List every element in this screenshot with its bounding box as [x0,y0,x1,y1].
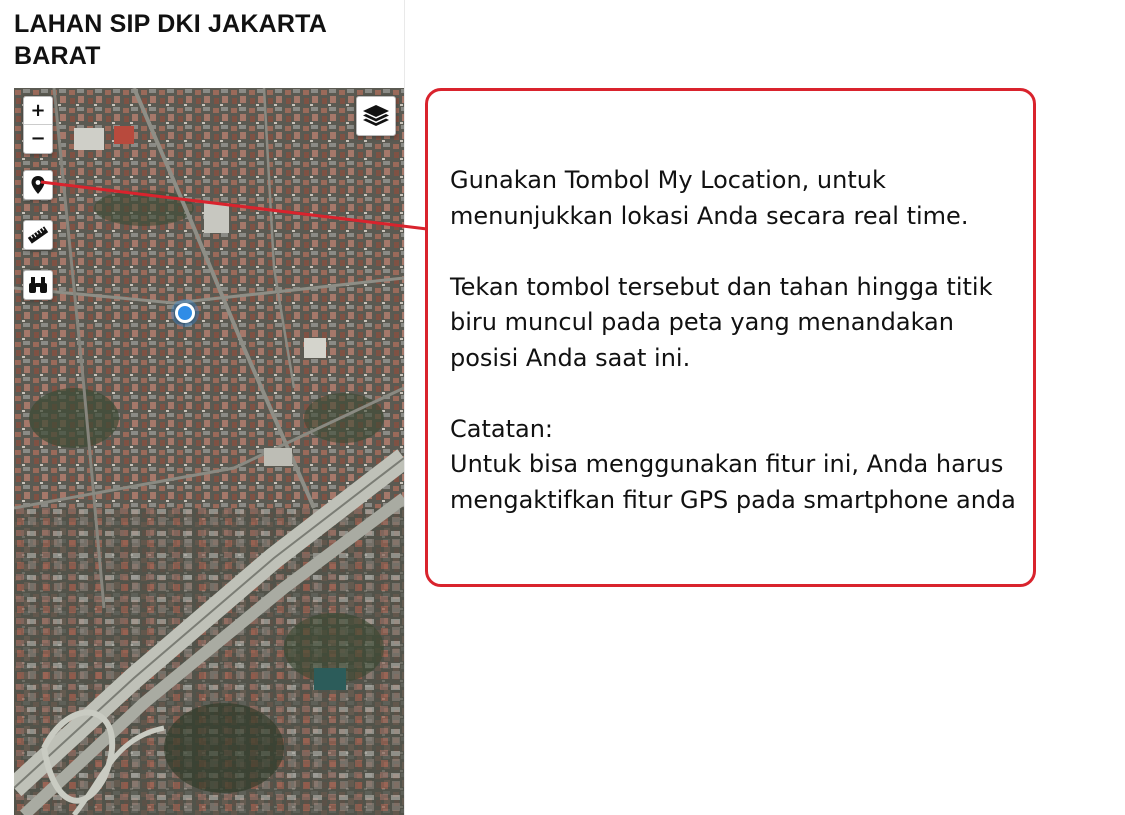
binoculars-icon [29,277,47,293]
satellite-map[interactable]: + − [14,88,404,815]
callout-note-body: Untuk bisa menggunakan fitur ini, Anda h… [450,450,1016,514]
zoom-out-button[interactable]: − [24,125,52,153]
instruction-callout: Gunakan Tombol My Location, untuk menunj… [425,88,1036,587]
callout-paragraph-1: Gunakan Tombol My Location, untuk menunj… [450,166,969,230]
zoom-control: + − [23,96,53,154]
location-pin-icon [31,176,45,194]
satellite-imagery [14,88,404,815]
binoculars-button[interactable] [23,270,53,300]
my-location-button[interactable] [23,170,53,200]
measure-button[interactable] [23,220,53,250]
page-title: LAHAN SIP DKI JAKARTA BARAT [14,10,327,70]
layers-icon [363,105,389,126]
user-location-marker [175,303,195,323]
layers-button[interactable] [356,96,396,136]
app-panel: LAHAN SIP DKI JAKARTA BARAT + − [0,0,405,815]
callout-note-heading: Catatan: [450,414,553,443]
callout-paragraph-2: Tekan tombol tersebut dan tahan hingga t… [450,272,993,372]
zoom-in-button[interactable]: + [24,97,52,125]
screenshot-stage: LAHAN SIP DKI JAKARTA BARAT + − Gunakan … [0,0,1125,815]
ruler-icon [27,226,49,244]
callout-text: Gunakan Tombol My Location, untuk menunj… [450,163,1020,518]
